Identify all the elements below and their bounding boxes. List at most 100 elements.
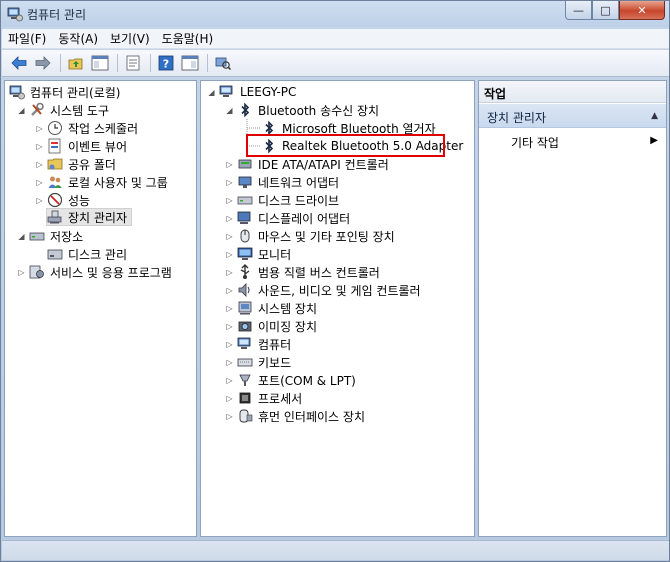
tree-item-device-category[interactable]: ▷ 디스플레이 어댑터 xyxy=(225,209,352,227)
scan-hardware-icon xyxy=(215,57,231,71)
tree-item-device-category[interactable]: ▷ 디스크 드라이브 xyxy=(225,191,341,209)
tree-item-performance[interactable]: ▷ 성능 xyxy=(35,191,92,209)
more-actions-item[interactable]: 기타 작업 ▶ xyxy=(479,130,666,152)
tree-item-root[interactable]: 컴퓨터 관리(로컬) xyxy=(9,83,122,101)
tree-item-system-tools[interactable]: ◢ 시스템 도구 xyxy=(17,101,111,119)
tree-item-device-category[interactable]: ▷ 컴퓨터 xyxy=(225,335,293,353)
tree-item-device-category[interactable]: ▷ 범용 직렬 버스 컨트롤러 xyxy=(225,263,382,281)
tree-item-label: 키보드 xyxy=(258,355,292,370)
tree-item-task-scheduler[interactable]: ▷ 작업 스케줄러 xyxy=(35,119,140,137)
tree-item-device-category[interactable]: ▷ 시스템 장치 xyxy=(225,299,319,317)
keyboard-icon xyxy=(237,354,253,370)
tree-item-label: 범용 직렬 버스 컨트롤러 xyxy=(258,265,380,280)
bluetooth-icon xyxy=(237,102,253,118)
collapsed-arrow-icon[interactable]: ▷ xyxy=(225,178,234,187)
collapsed-arrow-icon[interactable]: ▷ xyxy=(225,358,234,367)
tree-item-device-category[interactable]: ▷ 이미징 장치 xyxy=(225,317,319,335)
port-icon xyxy=(237,372,253,388)
action-pane-header: 작업 xyxy=(479,81,666,103)
forward-button[interactable] xyxy=(32,52,54,74)
tree-item-device-category[interactable]: ▷ 마우스 및 기타 포인팅 장치 xyxy=(225,227,397,245)
computer-management-icon xyxy=(7,6,23,22)
collapsed-arrow-icon[interactable]: ▷ xyxy=(225,160,234,169)
close-button[interactable]: ✕ xyxy=(619,1,665,20)
tree-item-device-category[interactable]: ▷ 휴먼 인터페이스 장치 xyxy=(225,407,367,425)
tree-item-label: 네트워크 어댑터 xyxy=(258,175,340,190)
monitor-icon xyxy=(237,246,253,262)
tree-item-services[interactable]: ▷ 서비스 및 응용 프로그램 xyxy=(17,263,174,281)
submenu-arrow-icon: ▶ xyxy=(650,135,658,146)
expanded-arrow-icon[interactable]: ◢ xyxy=(17,232,26,241)
tree-item-event-viewer[interactable]: ▷ 이벤트 뷰어 xyxy=(35,137,129,155)
collapsed-arrow-icon[interactable]: ▷ xyxy=(225,268,234,277)
collapsed-arrow-icon[interactable]: ▷ xyxy=(35,142,44,151)
tree-item-label: 사운드, 비디오 및 게임 컨트롤러 xyxy=(258,283,421,298)
collapsed-arrow-icon[interactable]: ▷ xyxy=(17,268,26,277)
collapsed-arrow-icon[interactable]: ▷ xyxy=(35,124,44,133)
tree-item-disk-management[interactable]: 디스크 관리 xyxy=(47,245,129,263)
tree-item-label: 마우스 및 기타 포인팅 장치 xyxy=(258,229,395,244)
tree-item-local-users[interactable]: ▷ 로컬 사용자 및 그룹 xyxy=(35,173,170,191)
collapsed-arrow-icon[interactable]: ▷ xyxy=(225,412,234,421)
disk-drive-icon xyxy=(237,192,253,208)
collapsed-arrow-icon[interactable]: ▷ xyxy=(225,196,234,205)
minimize-button[interactable]: — xyxy=(565,1,592,20)
collapse-up-icon[interactable]: ▲ xyxy=(651,111,658,121)
tree-item-device-category[interactable]: ▷ 모니터 xyxy=(225,245,293,263)
menu-help[interactable]: 도움말(H) xyxy=(156,30,220,47)
scan-hardware-button[interactable] xyxy=(212,52,234,74)
collapsed-arrow-icon[interactable]: ▷ xyxy=(225,394,234,403)
expanded-arrow-icon[interactable]: ◢ xyxy=(225,106,234,115)
tree-item-device-category[interactable]: ▷ IDE ATA/ATAPI 컨트롤러 xyxy=(225,155,391,173)
processor-icon xyxy=(237,390,253,406)
tree-item-label: 이미징 장치 xyxy=(258,319,318,334)
properties-button[interactable] xyxy=(122,52,144,74)
menu-file[interactable]: 파일(F) xyxy=(2,30,52,47)
collapsed-arrow-icon[interactable]: ▷ xyxy=(225,232,234,241)
action-pane: 작업 장치 관리자 ▲ 기타 작업 ▶ xyxy=(478,80,667,537)
tree-item-device-category[interactable]: ▷ 사운드, 비디오 및 게임 컨트롤러 xyxy=(225,281,423,299)
tree-item-storage[interactable]: ◢ 저장소 xyxy=(17,227,85,245)
collapsed-arrow-icon[interactable]: ▷ xyxy=(225,250,234,259)
device-tree-pane: ◢ LEEGY-PC ◢ Bluetooth 송수신 장치 Microsoft … xyxy=(200,80,475,537)
collapsed-arrow-icon[interactable]: ▷ xyxy=(35,178,44,187)
collapsed-arrow-icon[interactable]: ▷ xyxy=(225,286,234,295)
expanded-arrow-icon[interactable]: ◢ xyxy=(17,106,26,115)
collapsed-arrow-icon[interactable]: ▷ xyxy=(225,214,234,223)
tree-item-device-category[interactable]: ▷ 프로세서 xyxy=(225,389,304,407)
collapsed-arrow-icon[interactable]: ▷ xyxy=(35,160,44,169)
tree-item-label: 포트(COM & LPT) xyxy=(258,373,356,388)
collapsed-arrow-icon[interactable]: ▷ xyxy=(225,376,234,385)
tree-item-shared-folders[interactable]: ▷ 공유 폴더 xyxy=(35,155,118,173)
collapsed-arrow-icon[interactable]: ▷ xyxy=(35,196,44,205)
up-level-button[interactable] xyxy=(65,52,87,74)
collapsed-arrow-icon[interactable]: ▷ xyxy=(225,340,234,349)
computer-management-icon xyxy=(9,84,25,100)
action-section-device-manager[interactable]: 장치 관리자 ▲ xyxy=(479,104,666,128)
collapsed-arrow-icon[interactable]: ▷ xyxy=(225,322,234,331)
help-button[interactable]: ? xyxy=(155,52,177,74)
collapsed-arrow-icon[interactable]: ▷ xyxy=(225,304,234,313)
tree-item-device-category[interactable]: ▷ 포트(COM & LPT) xyxy=(225,371,358,389)
tree-item-bluetooth[interactable]: ◢ Bluetooth 송수신 장치 xyxy=(225,101,381,119)
tree-item-computer-root[interactable]: ◢ LEEGY-PC xyxy=(207,83,298,101)
show-hide-tree-button[interactable] xyxy=(89,52,111,74)
back-button[interactable] xyxy=(8,52,30,74)
arrow-left-icon xyxy=(11,56,27,70)
system-device-icon xyxy=(237,300,253,316)
menu-view[interactable]: 보기(V) xyxy=(104,30,156,47)
tree-item-device-manager[interactable]: 장치 관리자 xyxy=(46,208,133,226)
window-title: 컴퓨터 관리 xyxy=(27,8,87,22)
hid-icon xyxy=(237,408,253,424)
disk-icon xyxy=(47,246,63,262)
tree-item-device-category[interactable]: ▷ 네트워크 어댑터 xyxy=(225,173,341,191)
toolbar: ? xyxy=(2,50,669,77)
show-action-pane-button[interactable] xyxy=(179,52,201,74)
expanded-arrow-icon[interactable]: ◢ xyxy=(207,88,216,97)
shared-folder-icon xyxy=(47,156,63,172)
menu-action[interactable]: 동작(A) xyxy=(52,30,104,47)
tree-item-device-category[interactable]: ▷ 키보드 xyxy=(225,353,293,371)
network-adapter-icon xyxy=(237,174,253,190)
maximize-button[interactable]: □ xyxy=(592,1,619,20)
tree-item-label: 디스크 드라이브 xyxy=(258,193,340,208)
